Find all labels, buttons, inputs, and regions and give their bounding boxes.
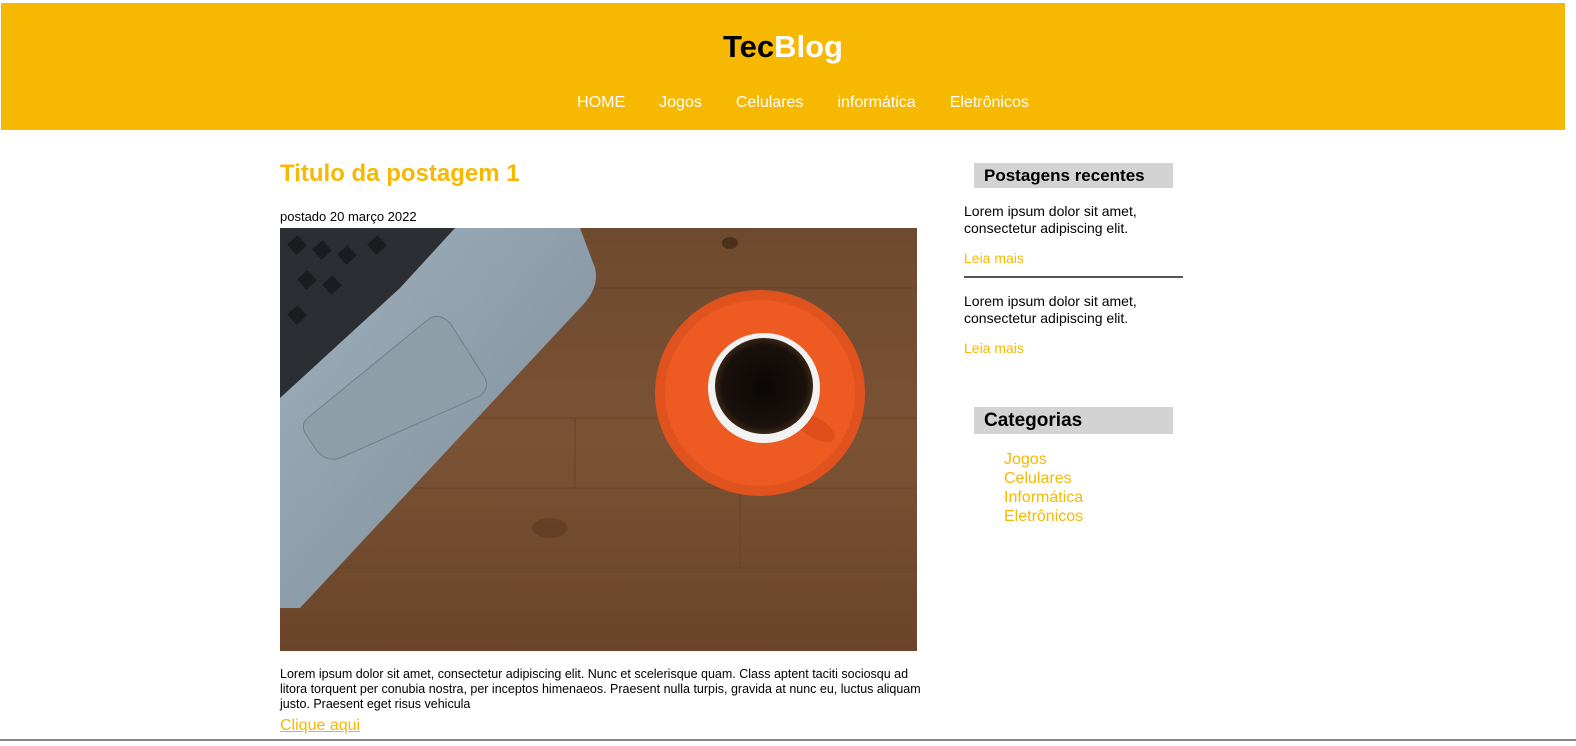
category-informatica[interactable]: Informática	[1004, 489, 1083, 506]
nav-informatica[interactable]: informática	[837, 93, 915, 113]
logo-tec: Tec	[723, 29, 775, 64]
read-more-link[interactable]: Clique aqui	[280, 717, 360, 735]
category-eletronicos[interactable]: Eletrônicos	[1004, 508, 1083, 525]
category-item: Informática	[1004, 488, 1183, 507]
main-content: Titulo da postagem 1 postado 20 março 20…	[280, 156, 935, 735]
page: TecBlog HOME Jogos Celulares informática…	[0, 0, 1576, 746]
nav-jogos[interactable]: Jogos	[659, 93, 702, 113]
categories-list: Jogos Celulares Informática Eletrônicos	[1004, 450, 1183, 526]
nav-home[interactable]: HOME	[577, 93, 625, 113]
post-title: Titulo da postagem 1	[280, 160, 520, 187]
sidebar: Postagens recentes Lorem ipsum dolor sit…	[964, 163, 1183, 526]
categories-heading: Categorias	[974, 407, 1173, 434]
post-date: postado 20 março 2022	[280, 209, 417, 224]
divider	[964, 276, 1183, 278]
post-body: Lorem ipsum dolor sit amet, consectetur …	[280, 667, 921, 711]
post-image	[280, 228, 917, 651]
window-bottom-edge	[0, 739, 1576, 741]
site-header: TecBlog HOME Jogos Celulares informática…	[1, 3, 1565, 130]
category-celulares[interactable]: Celulares	[1004, 470, 1072, 487]
category-jogos[interactable]: Jogos	[1004, 451, 1047, 468]
site-logo[interactable]: TecBlog	[1, 29, 1565, 65]
recent-post-text: Lorem ipsum dolor sit amet, consectetur …	[964, 203, 1137, 236]
nav-celulares[interactable]: Celulares	[736, 93, 804, 113]
recent-post-read-more[interactable]: Leia mais	[964, 340, 1024, 356]
logo-blog: Blog	[774, 29, 843, 64]
category-item: Eletrônicos	[1004, 507, 1183, 526]
category-item: Celulares	[1004, 469, 1183, 488]
recent-post-text: Lorem ipsum dolor sit amet, consectetur …	[964, 293, 1137, 326]
nav-eletronicos[interactable]: Eletrônicos	[950, 93, 1029, 113]
main-nav: HOME Jogos Celulares informática Eletrôn…	[21, 93, 1576, 113]
recent-posts-heading: Postagens recentes	[974, 163, 1173, 188]
category-item: Jogos	[1004, 450, 1183, 469]
recent-post-read-more[interactable]: Leia mais	[964, 250, 1024, 266]
